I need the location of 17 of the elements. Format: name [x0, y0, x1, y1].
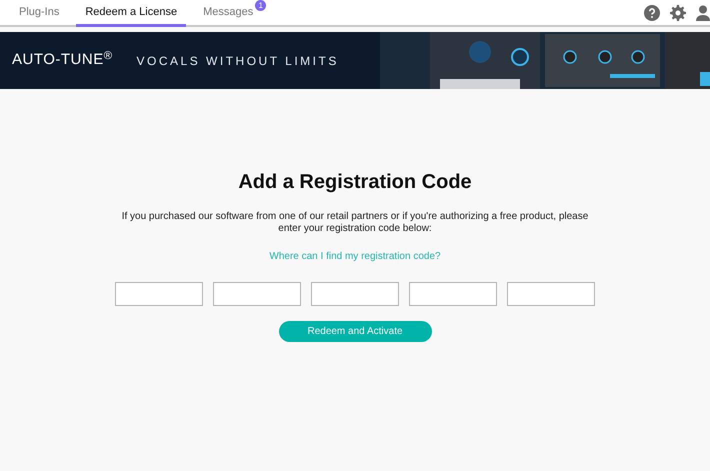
tab[interactable]: Redeem a License — [76, 0, 186, 27]
help-link[interactable]: Where can I find my registration code? — [269, 249, 441, 264]
help-icon[interactable] — [644, 4, 660, 20]
badge: 1 — [255, 0, 266, 11]
code-field[interactable] — [213, 282, 301, 306]
tagline: VOCALS WITHOUT LIMITS — [136, 52, 339, 70]
tab[interactable]: Plug-Ins — [10, 0, 68, 27]
code-field[interactable] — [409, 282, 497, 306]
code-field[interactable] — [115, 282, 203, 306]
redeem-button[interactable]: Redeem and Activate — [278, 321, 432, 342]
logo: AUTO-TUNE$^{®}$ — [12, 49, 113, 70]
code-field[interactable] — [507, 282, 595, 306]
settings-icon[interactable] — [670, 4, 686, 20]
user-icon[interactable] — [696, 4, 710, 20]
form-description: If you purchased our software from one of our retail partners or if you're authorizing a free product, please enter your registration code below: — [120, 211, 590, 235]
form-title: Add a Registration Code — [238, 170, 472, 195]
code-field[interactable] — [311, 282, 399, 306]
